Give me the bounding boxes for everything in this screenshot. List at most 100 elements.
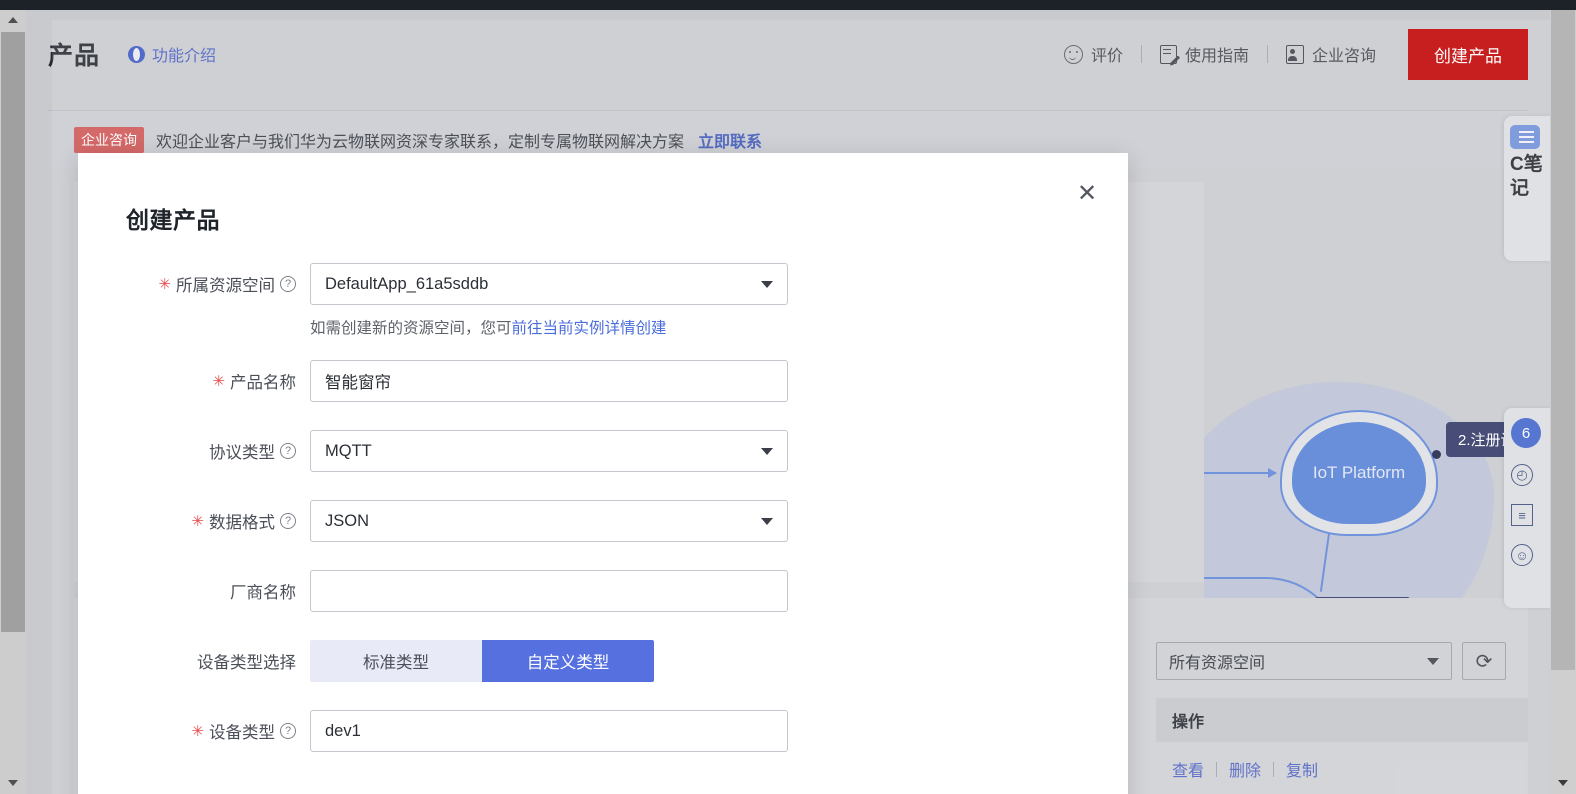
header-action-label: 企业咨询 [1311, 48, 1376, 65]
close-icon[interactable]: ✕ [1072, 179, 1102, 209]
required-marker-icon: ✳ [191, 722, 204, 740]
protocol-type-select[interactable]: MQTT [310, 430, 788, 472]
chevron-down-icon [761, 517, 773, 525]
data-format-select[interactable]: JSON [310, 500, 788, 542]
field-control: MQTT [310, 430, 788, 472]
chevron-down-icon [761, 280, 773, 288]
refresh-button[interactable]: ⟳ [1462, 642, 1506, 680]
field-control: JSON [310, 500, 788, 542]
cloud-label: IoT Platform [1292, 422, 1426, 524]
field-control: 标准类型 自定义类型 [310, 640, 788, 682]
smiley-icon [1063, 44, 1083, 64]
row-action-copy[interactable]: 复制 [1286, 757, 1318, 781]
feedback-smiley-icon[interactable]: ☺ [1511, 544, 1533, 566]
field-label-wrap: ✳ 设备类型 ? [78, 710, 310, 752]
field-control: DefaultApp_61a5sddb 如需创建新的资源空间，您可前往当前实例详… [310, 263, 788, 338]
notes-icon [1510, 125, 1540, 149]
field-device-type-select: 设备类型选择 标准类型 自定义类型 [78, 640, 1128, 682]
hint-prefix: 如需创建新的资源空间，您可 [310, 320, 512, 337]
refresh-icon: ⟳ [1475, 650, 1493, 673]
diagram-arrow-in-icon [1204, 468, 1277, 478]
chevron-down-icon [761, 447, 773, 455]
device-type-segmented-control: 标准类型 自定义类型 [310, 640, 654, 682]
right-scrollbar[interactable] [1550, 10, 1576, 794]
page-title: 产品 [48, 42, 101, 70]
field-control: dev1 [310, 710, 788, 752]
help-icon[interactable]: ? [280, 276, 296, 292]
scrollbar-thumb[interactable] [1, 32, 25, 632]
field-protocol-type: 协议类型 ? MQTT [78, 430, 1128, 472]
field-label-wrap: 协议类型 ? [78, 430, 310, 472]
data-format-value: JSON [325, 511, 370, 530]
rail-notes-label: C笔记 [1510, 154, 1543, 199]
field-label: 产品名称 [230, 374, 296, 392]
help-icon[interactable]: ? [280, 443, 296, 459]
page-canvas: 产品 功能介绍 评价 使用指南 企业咨询 创建产品 企业咨询 欢迎企业客户与我们… [26, 10, 1550, 794]
field-data-format: ✳ 数据格式 ? JSON [78, 500, 1128, 542]
create-product-form: ✳ 所属资源空间 ? DefaultApp_61a5sddb 如需创建新的资源空… [78, 263, 1128, 766]
rail-badge-count[interactable]: 6 [1511, 418, 1541, 448]
chevron-down-icon [1427, 657, 1439, 665]
segment-custom-type[interactable]: 自定义类型 [482, 640, 654, 682]
required-marker-icon: ✳ [191, 512, 204, 530]
browser-top-strip [0, 0, 1576, 10]
header-action-label: 评价 [1090, 48, 1123, 65]
product-name-input[interactable]: 智能窗帘 [310, 360, 788, 402]
segment-standard-type[interactable]: 标准类型 [310, 640, 482, 682]
field-label: 设备类型选择 [197, 654, 296, 672]
field-label: 设备类型 [209, 724, 275, 742]
create-product-button[interactable]: 创建产品 [1408, 28, 1528, 80]
guide-doc-icon [1159, 44, 1177, 64]
help-icon[interactable]: ? [280, 513, 296, 529]
resource-space-select[interactable]: DefaultApp_61a5sddb [310, 263, 788, 305]
header-action-guide[interactable]: 使用指南 [1142, 42, 1267, 66]
row-action-view[interactable]: 查看 [1172, 757, 1204, 781]
device-type-input[interactable]: dev1 [310, 710, 788, 752]
go-to-instance-detail-link[interactable]: 前往当前实例详情创建 [512, 320, 667, 337]
vendor-name-input[interactable] [310, 570, 788, 612]
notice-contact-link[interactable]: 立即联系 [698, 128, 762, 152]
scrollbar-thumb[interactable] [1551, 10, 1575, 670]
header-action-enterprise[interactable]: 企业咨询 [1268, 42, 1394, 66]
field-product-name: ✳ 产品名称 智能窗帘 [78, 360, 1128, 402]
required-marker-icon: ✳ [212, 372, 225, 390]
protocol-type-value: MQTT [325, 441, 372, 460]
field-label: 数据格式 [209, 514, 275, 532]
row-action-divider [1216, 761, 1218, 777]
required-marker-icon: ✳ [158, 275, 171, 293]
rail-tools-widget[interactable]: 6 ◴ ≡ ☺ [1504, 408, 1550, 608]
row-action-divider [1273, 761, 1275, 777]
row-action-delete[interactable]: 删除 [1229, 757, 1261, 781]
create-product-dialog: ✕ 创建产品 ✳ 所属资源空间 ? DefaultApp_61a5sddb 如需… [78, 153, 1128, 794]
scroll-down-arrow-icon[interactable] [0, 772, 26, 794]
field-vendor-name: 厂商名称 [78, 570, 1128, 612]
resource-space-filter-select[interactable]: 所有资源空间 [1156, 642, 1452, 680]
rail-notes-widget[interactable]: C笔记 [1504, 116, 1550, 261]
scroll-up-arrow-icon[interactable] [0, 10, 26, 32]
header-action-rating[interactable]: 评价 [1046, 42, 1141, 66]
left-scrollbar[interactable] [0, 10, 26, 794]
clock-icon[interactable]: ◴ [1511, 464, 1533, 486]
help-icon[interactable]: ? [280, 723, 296, 739]
field-control: 智能窗帘 [310, 360, 788, 402]
table-column-header-operation: 操作 [1156, 698, 1528, 742]
enterprise-card-icon [1285, 44, 1304, 64]
field-resource-space: ✳ 所属资源空间 ? DefaultApp_61a5sddb 如需创建新的资源空… [78, 263, 1128, 338]
resource-space-value: DefaultApp_61a5sddb [325, 274, 489, 293]
field-label: 厂商名称 [230, 584, 296, 602]
feature-intro-link[interactable]: 功能介绍 [128, 42, 216, 66]
header-actions: 评价 使用指南 企业咨询 创建产品 [1046, 28, 1550, 80]
page-header: 产品 功能介绍 评价 使用指南 企业咨询 创建产品 [26, 10, 1550, 98]
iot-platform-cloud: IoT Platform [1280, 410, 1438, 536]
list-filter-row: 所有资源空间 ⟳ [1156, 642, 1506, 680]
field-label-wrap: 厂商名称 [78, 570, 310, 612]
header-action-label: 使用指南 [1184, 48, 1249, 65]
scroll-down-arrow-icon[interactable] [1550, 772, 1576, 794]
field-label-wrap: ✳ 数据格式 ? [78, 500, 310, 542]
notice-badge: 企业咨询 [74, 126, 144, 153]
notice-text: 欢迎企业客户与我们华为云物联网资深专家联系，定制专属物联网解决方案 [156, 133, 685, 151]
table-row: 查看 删除 复制 [1156, 744, 1528, 794]
list-icon[interactable]: ≡ [1511, 504, 1533, 526]
field-label: 协议类型 [209, 444, 275, 462]
dialog-title: 创建产品 [126, 207, 220, 233]
